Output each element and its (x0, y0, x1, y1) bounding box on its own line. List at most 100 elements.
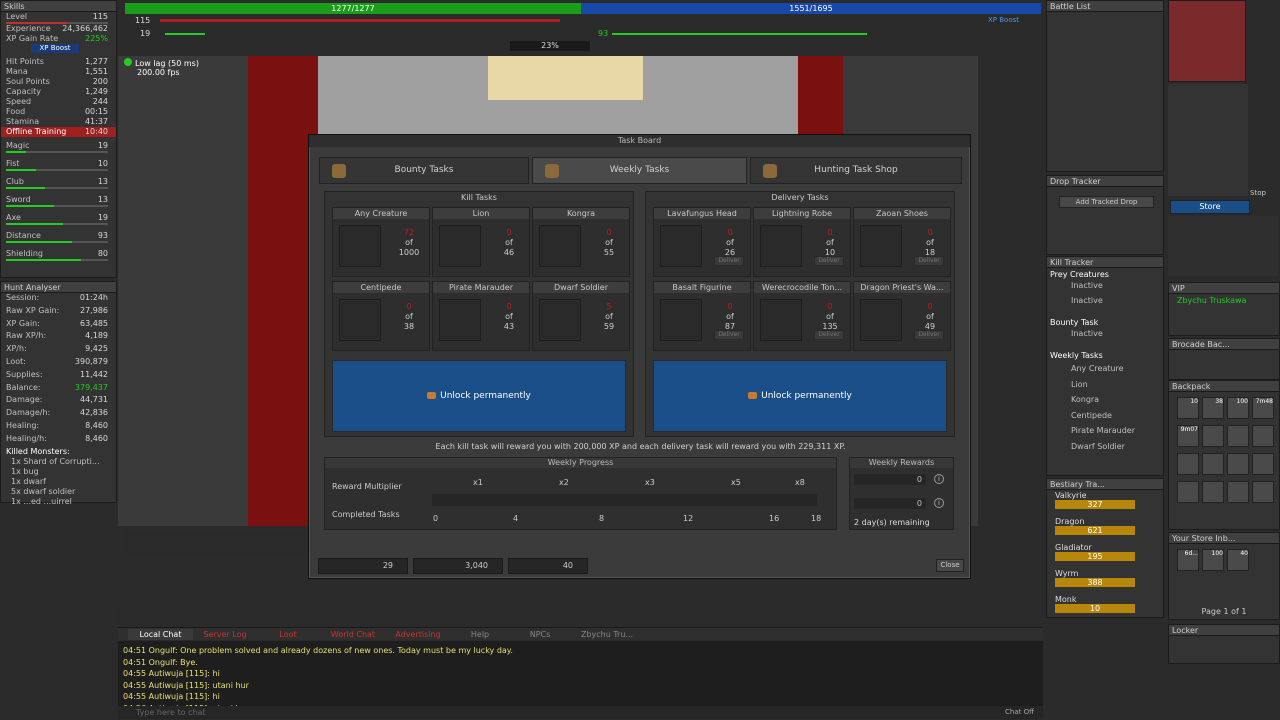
delivery-unlock-button[interactable]: Unlock permanently (653, 360, 947, 432)
weekly-task-item[interactable]: Any Creature (1047, 362, 1163, 378)
xp-boost-top[interactable]: XP Boost (988, 16, 1040, 25)
info-icon[interactable]: i (934, 474, 944, 484)
info-icon[interactable]: i (934, 498, 944, 508)
tab-private[interactable]: Zbychu Tru... (572, 629, 642, 640)
store-button[interactable]: Store (1170, 200, 1250, 214)
add-tracked-drop-button[interactable]: Add Tracked Drop (1059, 196, 1154, 208)
kill-task-card[interactable]: Any Creature 72 of 1000 (332, 207, 430, 277)
hunt-row: Raw XP Gain: 27,986 (6, 305, 108, 315)
delivery-task-card[interactable]: Zaoan Shoes 0 of 18 Deliver (853, 207, 951, 277)
bestiary-item[interactable]: Wyrm 388 (1047, 568, 1163, 594)
battle-list-panel: Battle List (1046, 0, 1164, 172)
bestiary-item[interactable]: Dragon 621 (1047, 516, 1163, 542)
deliver-button[interactable]: Deliver (714, 330, 744, 340)
delivery-task-card[interactable]: Basalt Figurine 0 of 87 Deliver (653, 281, 751, 351)
backpack-slot[interactable] (1177, 453, 1199, 475)
weekly-task-item[interactable]: Kongra (1047, 393, 1163, 409)
stat-row: Food 00:15 (6, 107, 108, 116)
skill-level: Level 115 (6, 12, 108, 21)
backpack-slot[interactable] (1202, 481, 1224, 503)
backpack-slot[interactable] (1252, 453, 1274, 475)
kill-task-card[interactable]: Lion 0 of 46 (432, 207, 530, 277)
backpack-slot[interactable]: 10 (1177, 397, 1199, 419)
store-inbox-slot[interactable]: 40 (1227, 549, 1249, 571)
lava-right (798, 56, 843, 136)
tab-advertising[interactable]: Advertising (388, 629, 448, 640)
hunt-row: XP/h: 9,425 (6, 344, 108, 354)
kill-task-card[interactable]: Dwarf Soldier 5 of 59 (532, 281, 630, 351)
minimap[interactable] (1168, 0, 1246, 82)
backpack-slot[interactable] (1227, 425, 1249, 447)
backpack-slot[interactable]: 9m07 (1177, 425, 1199, 447)
delivery-task-card[interactable]: Lightning Robe 0 of 10 Deliver (753, 207, 851, 277)
tab-npcs[interactable]: NPCs (512, 629, 568, 640)
xp-boost-badge[interactable]: XP Boost (31, 44, 79, 53)
controls-grid[interactable] (1168, 216, 1278, 276)
chat-off-button[interactable]: Chat Off (1005, 708, 1034, 716)
weekly-task-item[interactable]: Lion (1047, 378, 1163, 394)
tab-server-log[interactable]: Server Log (196, 629, 254, 640)
backpack-slot[interactable] (1202, 453, 1224, 475)
delivery-task-card[interactable]: Lavafungus Head 0 of 26 Deliver (653, 207, 751, 277)
chat-log[interactable]: 04:51 Ongulf: One problem solved and alr… (118, 641, 1043, 713)
backpack-slot[interactable]: 100 (1227, 397, 1249, 419)
backpack-slot[interactable] (1252, 481, 1274, 503)
stop-button[interactable]: Stop (1250, 189, 1266, 197)
battle-list-title: Battle List (1047, 1, 1163, 12)
tab-help[interactable]: Help (452, 629, 508, 640)
task-counter: 0 of 135 (822, 302, 838, 331)
kill-task-card[interactable]: Pirate Marauder 0 of 43 (432, 281, 530, 351)
delivery-task-card[interactable]: Dragon Priest's Wa... 0 of 49 Deliver (853, 281, 951, 351)
tab-loot[interactable]: Loot (258, 629, 318, 640)
tab-world-chat[interactable]: World Chat (322, 629, 384, 640)
close-button[interactable]: Close (936, 559, 964, 572)
vip-entry[interactable]: Zbychu Truskawa (1169, 294, 1279, 307)
store-inbox-slot[interactable]: 6d... (1177, 549, 1199, 571)
reward-multiplier-label: Reward Multiplier (332, 482, 402, 491)
tab-local-chat[interactable]: Local Chat (128, 629, 193, 640)
backpack-slot[interactable] (1202, 425, 1224, 447)
item-icon (860, 299, 902, 341)
prey-slot-2[interactable]: Inactive (1047, 296, 1163, 306)
tab-bounty-tasks[interactable]: Bounty Tasks (319, 157, 529, 184)
chat-input[interactable]: Type here to chat (118, 706, 1043, 719)
action-bar[interactable] (125, 530, 305, 556)
deliver-button[interactable]: Deliver (714, 256, 744, 266)
deliver-button[interactable]: Deliver (814, 330, 844, 340)
backpack-slot[interactable] (1227, 481, 1249, 503)
backpack-slot[interactable]: 38 (1202, 397, 1224, 419)
locker-title: Locker (1169, 625, 1279, 636)
bestiary-item[interactable]: Gladiator 195 (1047, 542, 1163, 568)
task-counter: 5 of 59 (603, 302, 615, 331)
weekly-task-item[interactable]: Pirate Marauder (1047, 424, 1163, 440)
deliver-button[interactable]: Deliver (914, 330, 944, 340)
tab-weekly-tasks[interactable]: Weekly Tasks (532, 157, 747, 184)
hunt-row: Supplies: 11,442 (6, 369, 108, 379)
backpack-slot[interactable] (1227, 453, 1249, 475)
kill-task-card[interactable]: Centipede 0 of 38 (332, 281, 430, 351)
bestiary-item[interactable]: Monk 10 (1047, 594, 1163, 620)
task-counter: 0 of 18 (924, 228, 936, 257)
progress-track (432, 494, 817, 506)
completed-tasks-label: Completed Tasks (332, 510, 400, 519)
backpack-slot[interactable]: 7m48 (1252, 397, 1274, 419)
weekly-task-item[interactable]: Centipede (1047, 409, 1163, 425)
deliver-button[interactable]: Deliver (814, 256, 844, 266)
action-bar-lower[interactable] (118, 608, 288, 625)
bounty-slot[interactable]: Inactive (1047, 329, 1163, 339)
weekly-task-item[interactable]: Dwarf Soldier (1047, 440, 1163, 456)
bestiary-item[interactable]: Valkyrie 327 (1047, 490, 1163, 516)
kill-unlock-button[interactable]: Unlock permanently (332, 360, 626, 432)
backpack-slot[interactable] (1177, 481, 1199, 503)
tab-hunting-task-shop[interactable]: Hunting Task Shop (750, 157, 962, 184)
prey-slot-1[interactable]: Inactive (1047, 281, 1163, 291)
task-name: Dragon Priest's Wa... (854, 282, 950, 293)
store-inbox-slot[interactable]: 100 (1202, 549, 1224, 571)
deliver-button[interactable]: Deliver (914, 256, 944, 266)
delivery-task-card[interactable]: Werecrocodile Ton... 0 of 135 Deliver (753, 281, 851, 351)
weekly-tasks-label: Weekly Tasks (1050, 351, 1103, 360)
backpack-slot[interactable] (1252, 425, 1274, 447)
kill-task-card[interactable]: Kongra 0 of 55 (532, 207, 630, 277)
task-counter: 0 of 49 (924, 302, 936, 331)
currency-field-1: 29 (318, 558, 408, 574)
